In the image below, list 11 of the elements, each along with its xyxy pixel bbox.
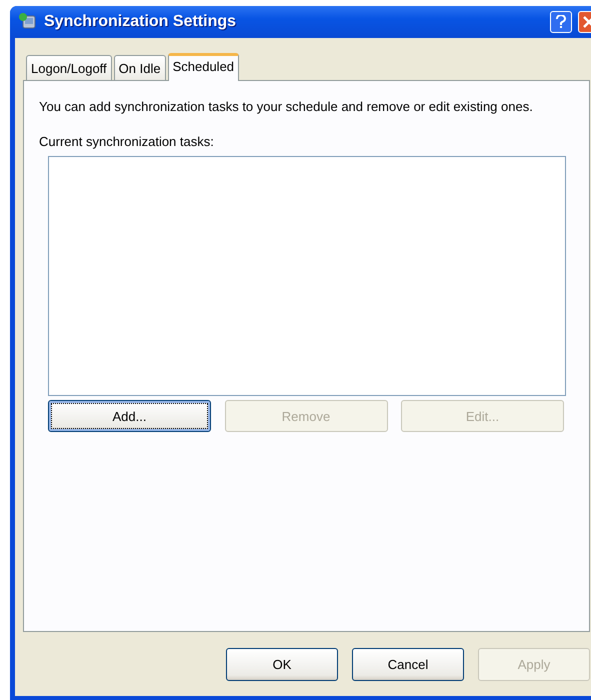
dialog-button[interactable]: Cancel [352, 648, 464, 681]
question-mark-icon [555, 15, 567, 29]
window-title: Synchronization Settings [44, 13, 238, 31]
task-button[interactable]: Add... [48, 400, 211, 432]
help-button[interactable] [550, 11, 572, 33]
tab[interactable]: On Idle [114, 55, 166, 80]
dialog-button[interactable]: OK [226, 648, 338, 681]
tab[interactable]: Scheduled [168, 53, 240, 81]
tab[interactable]: Logon/Logoff [26, 55, 112, 80]
description-text: You can add synchronization tasks to your schedule and remove or edit existing ones. [39, 99, 534, 115]
list-label: Current synchronization tasks: [39, 134, 215, 149]
